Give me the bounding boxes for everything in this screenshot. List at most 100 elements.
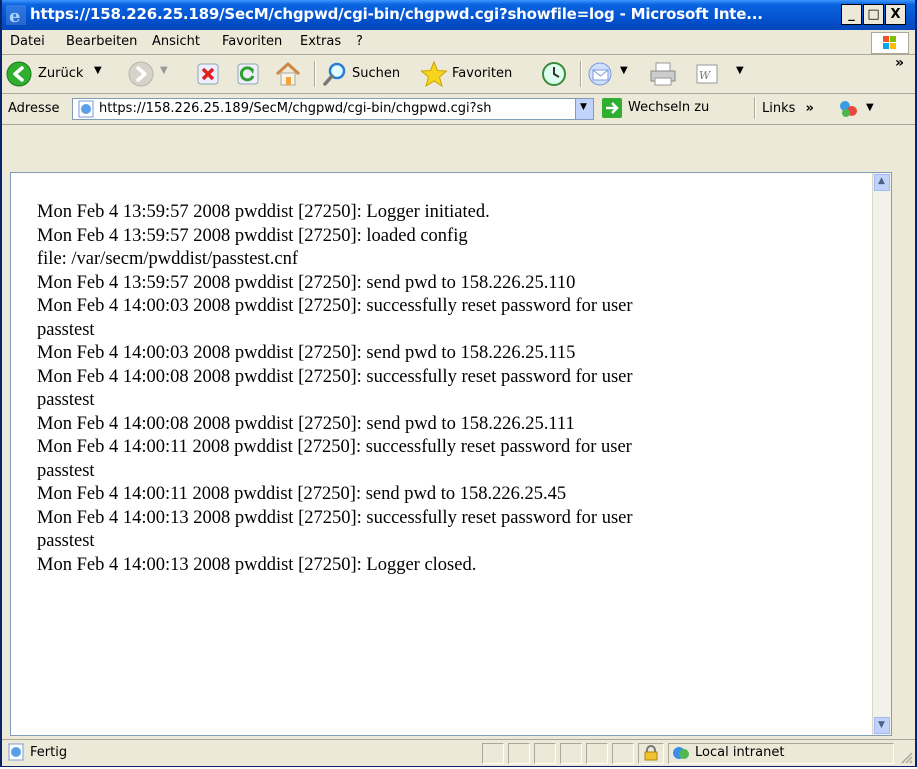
log-line: Mon Feb 4 14:00:03 2008 pwddist [27250]:… [37,296,633,316]
home-button[interactable] [272,60,306,88]
status-pane [534,743,556,764]
toolbar-more-chevron[interactable]: » [895,55,904,71]
back-label: Zurück [38,66,84,81]
address-dropdown-button[interactable]: ▼ [575,99,593,119]
log-line: Mon Feb 4 14:00:03 2008 pwddist [27250]:… [37,343,576,363]
log-line: Mon Feb 4 13:59:57 2008 pwddist [27250]:… [37,202,490,222]
svg-text:W: W [699,69,712,82]
chevron-down-icon[interactable]: ▼ [620,65,628,76]
log-line: Mon Feb 4 14:00:11 2008 pwddist [27250]:… [37,437,632,457]
chevron-down-icon: ▼ [878,720,885,730]
intranet-icon [673,747,689,759]
log-line: Mon Feb 4 13:59:57 2008 pwddist [27250]:… [37,272,576,293]
address-label: Adresse [8,101,60,116]
chevron-down-icon: ▼ [580,102,587,112]
log-line: Mon Feb 4 14:00:08 2008 pwddist [27250]:… [37,366,633,387]
menu-extras[interactable]: Extras [300,34,341,49]
history-button[interactable] [538,60,572,88]
chevron-down-icon[interactable]: ▼ [160,65,168,76]
scroll-down-button[interactable]: ▼ [874,717,890,734]
close-button[interactable]: X [885,4,906,25]
back-button[interactable]: Zurück ▼ [6,60,116,88]
standard-toolbar: Zurück ▼ ▼ Suchen Favoriten ▼ W ▼ » [2,55,915,94]
log-line: Mon Feb 4 14:00:11 2008 pwddist [27250]:… [37,484,567,504]
log-line: passtest [37,390,95,410]
log-line: passtest [37,460,95,481]
status-pane [508,743,530,764]
stop-icon [197,63,219,85]
menu-bar: Datei Bearbeiten Ansicht Favoriten Extra… [2,30,915,55]
scroll-up-button[interactable]: ▲ [874,174,890,191]
lock-icon [644,745,658,761]
word-document-icon: W [696,64,718,84]
address-url: https://158.226.25.189/SecM/chgpwd/cgi-b… [99,101,492,116]
log-line: Mon Feb 4 14:00:13 2008 pwddist [27250]:… [37,554,477,575]
messenger-button[interactable]: ▼ [838,99,888,119]
minimize-button[interactable]: _ [841,4,862,25]
address-input[interactable]: https://158.226.25.189/SecM/chgpwd/cgi-b… [72,98,594,120]
print-button[interactable] [648,60,682,88]
window-title: https://158.226.25.189/SecM/chgpwd/cgi-b… [30,5,763,23]
chevron-up-icon: ▲ [878,176,885,186]
back-arrow-icon [6,61,32,87]
resize-grip-icon[interactable] [899,750,913,764]
status-pane [560,743,582,764]
title-bar[interactable]: e https://158.226.25.189/SecM/chgpwd/cgi… [2,0,915,30]
zone-pane[interactable]: Local intranet [668,743,894,764]
page-done-icon [8,743,24,761]
menu-datei[interactable]: Datei [10,34,45,49]
search-icon [323,62,346,86]
zone-text: Local intranet [695,745,785,760]
search-button[interactable]: Suchen [322,60,414,88]
favorites-label: Favoriten [452,66,513,81]
log-line: Mon Feb 4 13:59:57 2008 pwddist [27250]:… [37,225,468,246]
vertical-scrollbar[interactable]: ▲ ▼ [872,173,891,735]
search-label: Suchen [352,66,401,81]
address-bar: Adresse https://158.226.25.189/SecM/chgp… [2,94,915,125]
browser-window: e https://158.226.25.189/SecM/chgpwd/cgi… [0,0,917,767]
log-line: Mon Feb 4 14:00:08 2008 pwddist [27250]:… [37,413,575,434]
status-pane [482,743,504,764]
log-line: passtest [37,319,95,340]
status-bar: Fertig Local intranet [2,739,915,766]
page-content: Mon Feb 4 13:59:57 2008 pwddist [27250]:… [10,172,892,736]
refresh-button[interactable] [234,60,264,88]
star-icon [420,60,448,88]
log-line: passtest [37,531,95,551]
status-pane [612,743,634,764]
maximize-button[interactable]: □ [863,4,884,25]
chevron-down-icon: ▼ [866,102,874,113]
messenger-icon [840,101,857,117]
toolbar-separator [754,97,756,119]
favorites-button[interactable]: Favoriten [420,60,530,88]
chevron-down-icon[interactable]: ▼ [736,65,744,76]
history-icon [542,62,566,86]
go-arrow-icon [602,98,622,118]
log-line: file: /var/secm/pwddist/passtest.cnf [37,249,298,269]
status-text: Fertig [30,745,68,760]
log-text: Mon Feb 4 13:59:57 2008 pwddist [27250]:… [37,201,827,577]
printer-icon [650,62,676,86]
status-pane [586,743,608,764]
security-lock-pane[interactable] [638,743,664,764]
links-label: Links [762,101,796,116]
menu-ansicht[interactable]: Ansicht [152,34,200,49]
log-line: Mon Feb 4 14:00:13 2008 pwddist [27250]:… [37,507,633,528]
forward-button[interactable]: ▼ [128,60,188,88]
chevron-down-icon[interactable]: ▼ [94,65,102,76]
svg-text:e: e [9,6,20,25]
toolbar-separator [580,61,582,87]
links-button[interactable]: Links » [762,101,814,116]
menu-help[interactable]: ? [356,34,363,49]
menu-favoriten[interactable]: Favoriten [222,34,282,49]
edit-word-button[interactable]: W ▼ [694,60,754,88]
home-icon [275,61,301,86]
refresh-icon [237,63,259,85]
mail-button[interactable]: ▼ [586,60,638,88]
menu-bearbeiten[interactable]: Bearbeiten [66,34,137,49]
go-label: Wechseln zu [628,100,710,115]
windows-logo-icon [871,32,909,54]
page-icon [78,100,94,118]
ie-icon: e [6,5,26,25]
stop-button[interactable] [194,60,224,88]
